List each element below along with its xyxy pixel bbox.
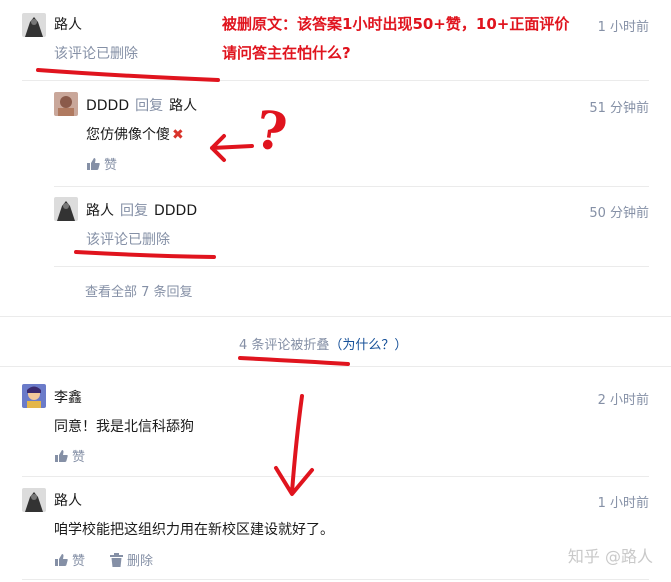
avatar[interactable] — [22, 488, 46, 512]
reply-target[interactable]: DDDD — [154, 203, 197, 219]
divider — [0, 366, 671, 367]
why-link[interactable]: （为什么？） — [329, 338, 407, 353]
folded-count-link[interactable]: 4 条评论被折叠 — [239, 338, 329, 353]
divider — [22, 80, 649, 81]
delete-label: 删除 — [127, 554, 154, 569]
annotation-text-1: 被删原文：该答案1小时出现50+赞，10+正面评价 — [222, 15, 570, 33]
down-arrow-stroke — [274, 394, 314, 496]
comment-author[interactable]: 路人 — [54, 14, 82, 34]
comment-time: 1 小时前 — [597, 20, 649, 35]
divider — [54, 266, 649, 267]
reply-author[interactable]: 路人 — [86, 203, 114, 219]
reply-word: 回复 — [120, 203, 148, 219]
like-button[interactable]: 赞 — [54, 550, 85, 569]
trash-icon — [110, 552, 123, 567]
question-mark-annotation: ? — [251, 99, 291, 164]
reply-header: DDDD 回复 路人 — [86, 95, 197, 115]
cross-mark-icon: ✖ — [172, 127, 184, 143]
delete-button[interactable]: 删除 — [110, 550, 153, 569]
deleted-comment-text: 该评论已删除 — [54, 46, 138, 62]
reply-word: 回复 — [135, 98, 164, 114]
divider — [0, 316, 671, 317]
deleted-comment-text: 该评论已删除 — [86, 232, 170, 248]
reply-author[interactable]: DDDD — [86, 98, 129, 114]
thumbs-up-icon — [55, 449, 68, 462]
underline-stroke — [74, 250, 216, 259]
reply-target[interactable]: 路人 — [169, 98, 197, 114]
annotation-text-2: 请问答主在怕什么? — [222, 44, 351, 62]
comment-content: 咱学校能把这组织力用在新校区建设就好了。 — [54, 522, 334, 538]
like-label: 赞 — [72, 450, 86, 465]
like-label: 赞 — [104, 158, 118, 173]
left-arrow-stroke — [210, 134, 254, 162]
underline-stroke — [238, 356, 350, 366]
avatar[interactable] — [22, 384, 46, 408]
comment-time: 2 小时前 — [597, 393, 649, 408]
reply-time: 51 分钟前 — [589, 101, 649, 116]
view-all-replies-link[interactable]: 查看全部 7 条回复 — [85, 281, 193, 300]
divider — [54, 186, 649, 187]
avatar[interactable] — [54, 92, 78, 116]
divider — [22, 476, 649, 477]
watermark: 知乎 @路人 — [567, 547, 653, 566]
comment-content: 同意！我是北信科舔狗 — [54, 419, 194, 435]
reply-header: 路人 回复 DDDD — [86, 200, 197, 220]
reply-content-text: 您仿佛像个傻 — [86, 127, 170, 143]
reply-time: 50 分钟前 — [589, 206, 649, 221]
avatar[interactable] — [22, 13, 46, 37]
like-button[interactable]: 赞 — [54, 446, 85, 465]
comment-time: 1 小时前 — [597, 496, 649, 511]
underline-stroke — [36, 68, 220, 82]
reply-content: 您仿佛像个傻 ✖ — [86, 124, 184, 144]
avatar[interactable] — [54, 197, 78, 221]
like-label: 赞 — [72, 554, 86, 569]
thumbs-up-icon — [87, 157, 100, 170]
comment-author[interactable]: 路人 — [54, 490, 82, 510]
comment-author[interactable]: 李鑫 — [54, 387, 82, 407]
thumbs-up-icon — [55, 553, 68, 566]
folded-comments-notice: 4 条评论被折叠（为什么？） — [239, 334, 407, 353]
like-button[interactable]: 赞 — [86, 154, 117, 173]
divider — [22, 579, 649, 580]
